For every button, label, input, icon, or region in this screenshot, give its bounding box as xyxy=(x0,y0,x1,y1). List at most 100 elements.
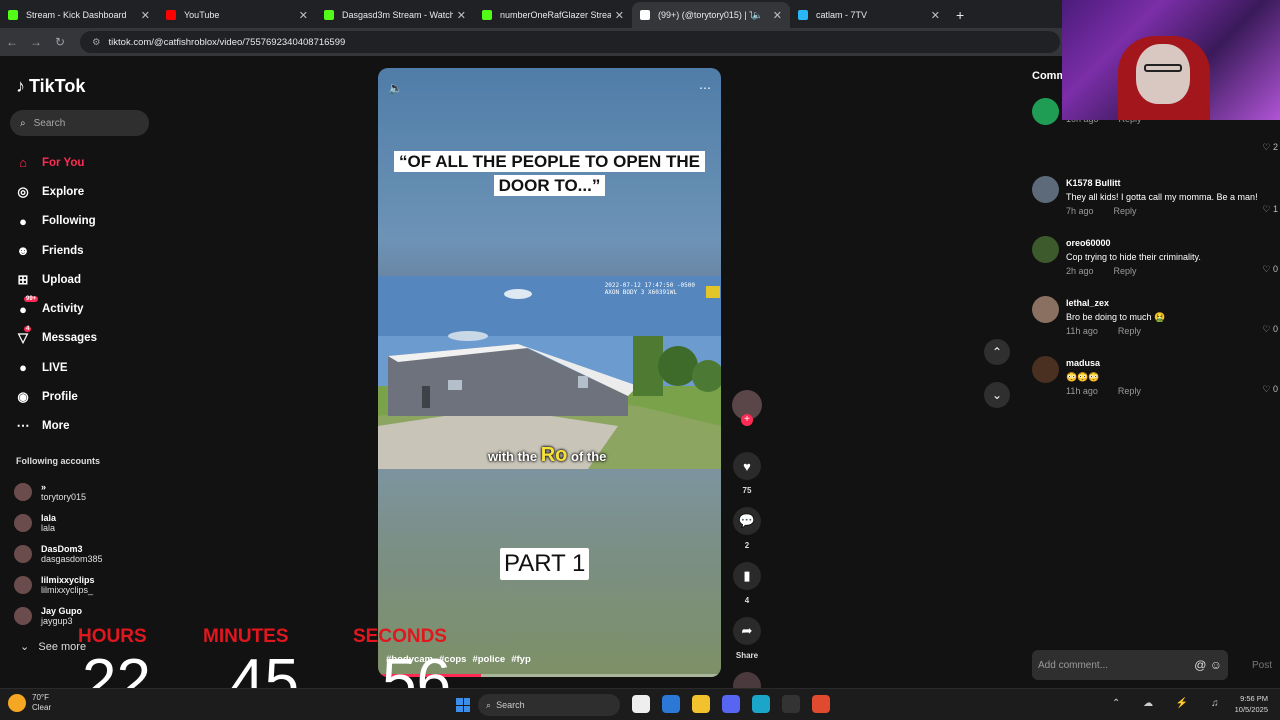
close-tab-icon[interactable]: ✕ xyxy=(615,9,624,22)
browser-tab-strip: Stream - Kick Dashboard ✕ YouTube ✕ Dasgasd3… xyxy=(0,0,1062,28)
nav-item-upload[interactable]: ⊞ Upload xyxy=(14,265,184,294)
post-button[interactable]: Post xyxy=(1252,660,1272,671)
discord-icon[interactable] xyxy=(722,695,740,713)
back-icon[interactable]: ← xyxy=(0,35,24,49)
windows-start-icon[interactable] xyxy=(456,698,470,712)
comment-username[interactable]: madusa xyxy=(1066,356,1278,370)
see-more-button[interactable]: ⌄ See more xyxy=(20,640,86,653)
commenter-avatar[interactable] xyxy=(1032,296,1059,323)
nav-badge: 99+ xyxy=(24,296,39,303)
taskbar-apps xyxy=(632,695,842,713)
browser-tab[interactable]: catlam - 7TV ✕ xyxy=(790,2,948,28)
commenter-avatar[interactable] xyxy=(1032,356,1059,383)
reply-button[interactable]: Reply xyxy=(1114,264,1137,278)
clock[interactable]: 9:56 PM 10/5/2025 xyxy=(1235,693,1268,715)
chrome-icon[interactable] xyxy=(812,695,830,713)
emoji-icon[interactable]: ☺ xyxy=(1210,658,1222,672)
comment-username[interactable]: oreo60000 xyxy=(1066,236,1278,250)
reply-button[interactable]: Reply xyxy=(1114,204,1137,218)
comment-text: They all kids! I gotta call my momma. Be… xyxy=(1066,192,1258,202)
save-count: 4 xyxy=(744,596,750,605)
following-account-item[interactable]: lala lala xyxy=(14,507,103,538)
comment-like-button[interactable]: ♡ 0 xyxy=(1262,324,1278,335)
edge-icon[interactable] xyxy=(752,695,770,713)
tiktok-logo[interactable]: ♪ TikTok xyxy=(16,76,85,97)
comment-text: Cop trying to hide their criminality. xyxy=(1066,252,1201,262)
nav-item-explore[interactable]: ◎ Explore xyxy=(14,177,184,206)
comment-like-button[interactable]: ♡ 0 xyxy=(1262,264,1278,275)
store-icon[interactable] xyxy=(662,695,680,713)
browser-tab[interactable]: numberOneRafGlazer Stream - ✕ xyxy=(474,2,632,28)
hashtag-link[interactable]: #fyp xyxy=(511,654,531,665)
commenter-avatar[interactable] xyxy=(1032,236,1059,263)
search-input[interactable]: ⌕ Search xyxy=(10,110,149,136)
nav-item-for-you[interactable]: ⌂ For You xyxy=(14,148,184,177)
obs-icon[interactable] xyxy=(782,695,800,713)
nav-item-friends[interactable]: ☻ Friends xyxy=(14,236,184,265)
close-tab-icon[interactable]: ✕ xyxy=(141,9,150,22)
browser-tab[interactable]: (99+) (@torytory015) | Tik 🔈 ✕ xyxy=(632,2,790,28)
following-account-item[interactable]: lilmixxyclips lilmixxyclips_ xyxy=(14,569,103,600)
site-info-icon[interactable]: ⚙ xyxy=(92,37,101,48)
weather-widget[interactable]: 70°F Clear xyxy=(8,693,51,713)
weather-temp: 70°F xyxy=(32,693,49,702)
nav-item-following[interactable]: ● Following xyxy=(14,207,184,236)
tiktok-note-icon: ♪ xyxy=(16,76,25,96)
author-avatar[interactable]: + xyxy=(732,390,762,426)
account-name: » xyxy=(41,481,47,492)
comment-button[interactable]: 💬 2 xyxy=(731,507,763,550)
close-tab-icon[interactable]: ✕ xyxy=(773,9,782,22)
reply-button[interactable]: Reply xyxy=(1118,384,1141,398)
save-button[interactable]: ▮ 4 xyxy=(731,562,763,605)
following-account-item[interactable]: » torytory015 xyxy=(14,476,103,507)
commenter-avatar[interactable] xyxy=(1032,176,1059,203)
account-handle: torytory015 xyxy=(41,491,87,502)
following-account-item[interactable]: DasDom3 dasgasdom385 xyxy=(14,538,103,569)
follow-plus-icon[interactable]: + xyxy=(741,414,753,426)
heart-outline-icon: ♡ xyxy=(1262,384,1271,394)
next-video-button[interactable]: ⌄ xyxy=(984,382,1010,408)
browser-tab[interactable]: Stream - Kick Dashboard ✕ xyxy=(0,2,158,28)
more-options-icon[interactable]: ⋯ xyxy=(699,81,711,95)
close-tab-icon[interactable]: ✕ xyxy=(299,9,308,22)
nav-label: More xyxy=(42,420,70,433)
video-player[interactable]: 🔈 ⋯ “OF ALL THE PEOPLE TO OPEN THE DOOR … xyxy=(378,68,721,677)
reload-icon[interactable]: ↻ xyxy=(48,35,72,49)
comment-like-button[interactable]: ♡ 1 xyxy=(1262,204,1278,215)
friends-icon: ☻ xyxy=(16,243,30,259)
file-explorer-icon[interactable] xyxy=(692,695,710,713)
comment-like-button[interactable]: ♡ 2 xyxy=(1262,142,1278,153)
comment-time: 2h ago xyxy=(1066,266,1094,276)
like-button[interactable]: ♥ 75 xyxy=(731,452,763,495)
nav-item-activity[interactable]: ● 99+ Activity xyxy=(14,294,184,323)
following-accounts-list: » torytory015 lala lala DasDom3 dasgasdom385 l… xyxy=(14,476,103,631)
system-tray-icons[interactable]: ⌃ ☁ ⚡ ♫ xyxy=(1112,698,1229,709)
add-comment-input[interactable]: Add comment... @ ☺ xyxy=(1032,650,1228,680)
volume-icon[interactable]: 🔈 xyxy=(388,81,403,95)
mention-icon[interactable]: @ xyxy=(1194,658,1206,672)
nav-item-more[interactable]: ⋯ More xyxy=(14,412,184,441)
browser-tab[interactable]: Dasgasd3m Stream - Watch Liv ✕ xyxy=(316,2,474,28)
commenter-avatar[interactable] xyxy=(1032,98,1059,125)
close-tab-icon[interactable]: ✕ xyxy=(931,9,940,22)
comment-like-button[interactable]: ♡ 0 xyxy=(1262,384,1278,395)
share-button[interactable]: ➦ Share xyxy=(731,617,763,660)
tab-label: Stream - Kick Dashboard xyxy=(26,10,127,20)
tiktok-page: ♪ TikTok ⌕ Search ⌂ For You ◎ Explore ● Follo… xyxy=(0,56,1280,700)
close-tab-icon[interactable]: ✕ xyxy=(457,9,466,22)
address-bar[interactable]: ⚙ tiktok.com/@catfishroblox/video/755769… xyxy=(80,31,1060,53)
comment-username[interactable]: K1578 Bullitt xyxy=(1066,176,1278,190)
reply-button[interactable]: Reply xyxy=(1118,324,1141,338)
bodycam-scene xyxy=(378,276,721,469)
browser-tab[interactable]: YouTube ✕ xyxy=(158,2,316,28)
comment-username[interactable]: lethal_zex xyxy=(1066,296,1278,310)
task-view-icon[interactable] xyxy=(632,695,650,713)
previous-video-button[interactable]: ⌃ xyxy=(984,339,1010,365)
forward-icon[interactable]: → xyxy=(24,35,48,49)
new-tab-button[interactable]: + xyxy=(956,2,964,28)
taskbar-search[interactable]: ⌕ Search xyxy=(478,694,620,716)
mute-tab-icon[interactable]: 🔈 xyxy=(752,10,763,21)
nav-item-messages[interactable]: ▽ 4 Messages xyxy=(14,324,184,353)
nav-item-profile[interactable]: ◉ Profile xyxy=(14,382,184,411)
nav-item-live[interactable]: ● LIVE xyxy=(14,353,184,382)
